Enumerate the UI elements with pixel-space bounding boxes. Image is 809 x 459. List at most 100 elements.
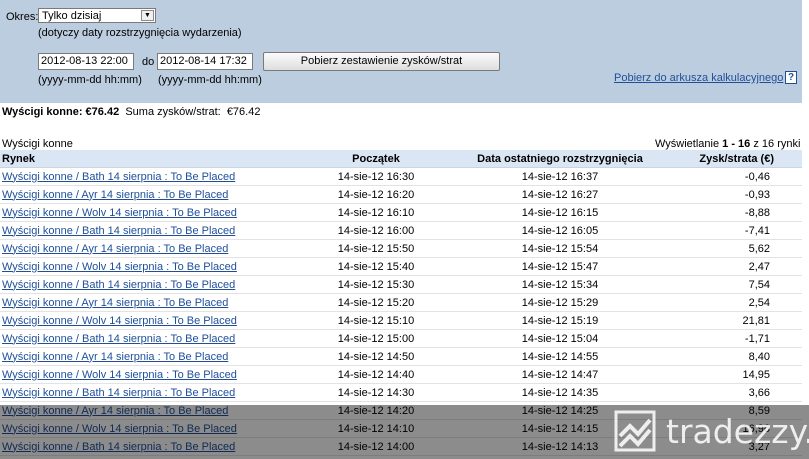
summary-total-label: Suma zysków/strat: <box>125 106 221 118</box>
spreadsheet-download-link[interactable]: Pobierz do arkusza kalkulacyjnego <box>614 72 783 84</box>
start-time: 14-sie-12 16:30 <box>304 167 448 186</box>
date-from-input[interactable]: 2012-08-13 22:00 <box>38 53 134 70</box>
market-link[interactable]: Wyścigi konne / Wolv 14 sierpnia : To Be… <box>2 207 237 219</box>
table-row: Wyścigi konne / Bath 14 sierpnia : To Be… <box>0 275 802 294</box>
settled-time: 14-sie-12 15:34 <box>448 275 672 294</box>
table-row: Wyścigi konne / Bath 14 sierpnia : To Be… <box>0 221 802 240</box>
summary-category: Wyścigi konne: <box>2 106 83 118</box>
fetch-report-button[interactable]: Pobierz zestawienie zysków/strat <box>263 52 500 71</box>
date-to-label: do <box>142 56 155 68</box>
settled-time: 14-sie-12 15:04 <box>448 329 672 348</box>
watermark-text: tradezzy.pl <box>666 412 809 451</box>
table-cell: Wyścigi konne / Ayr 14 sierpnia : To Be … <box>0 293 304 312</box>
start-time: 14-sie-12 14:40 <box>304 365 448 384</box>
summary-line: Wyścigi konne: €76.42 Suma zysków/strat:… <box>2 106 260 118</box>
market-link[interactable]: Wyścigi konne / Ayr 14 sierpnia : To Be … <box>2 243 228 255</box>
date-to-format-hint: (yyyy-mm-dd hh:mm) <box>158 74 262 86</box>
table-cell: Wyścigi konne / Ayr 14 sierpnia : To Be … <box>0 401 304 420</box>
settled-time: 14-sie-12 16:15 <box>448 203 672 222</box>
profit-loss-value: 3,66 <box>672 383 802 402</box>
start-time: 14-sie-12 15:50 <box>304 239 448 258</box>
table-cell: Wyścigi konne / Ayr 14 sierpnia : To Be … <box>0 239 304 258</box>
market-link[interactable]: Wyścigi konne / Bath 14 sierpnia : To Be… <box>2 279 235 291</box>
paging-range: 1 - 16 <box>722 138 751 150</box>
table-cell: Wyścigi konne / Ayr 14 sierpnia : To Be … <box>0 347 304 366</box>
table-row: Wyścigi konne / Ayr 14 sierpnia : To Be … <box>0 293 802 312</box>
results-table: Rynek Początek Data ostatniego rozstrzyg… <box>0 150 802 456</box>
settled-time: 14-sie-12 14:55 <box>448 347 672 366</box>
table-row: Wyścigi konne / Wolv 14 sierpnia : To Be… <box>0 257 802 276</box>
table-row: Wyścigi konne / Bath 14 sierpnia : To Be… <box>0 329 802 348</box>
profit-loss-value: -8,88 <box>672 203 802 222</box>
start-time: 14-sie-12 15:00 <box>304 329 448 348</box>
period-select[interactable]: Tylko dzisiaj ▼ <box>38 8 156 23</box>
date-from-format-hint: (yyyy-mm-dd hh:mm) <box>38 74 142 86</box>
profit-loss-value: 8,40 <box>672 347 802 366</box>
profit-loss-value: -0,93 <box>672 185 802 204</box>
settled-time: 14-sie-12 15:54 <box>448 239 672 258</box>
market-link[interactable]: Wyścigi konne / Ayr 14 sierpnia : To Be … <box>2 405 228 417</box>
period-select-value: Tylko dzisiaj <box>42 10 102 22</box>
start-time: 14-sie-12 16:10 <box>304 203 448 222</box>
profit-loss-value: 2,47 <box>672 257 802 276</box>
start-time: 14-sie-12 16:20 <box>304 185 448 204</box>
market-link[interactable]: Wyścigi konne / Bath 14 sierpnia : To Be… <box>2 441 235 453</box>
market-link[interactable]: Wyścigi konne / Wolv 14 sierpnia : To Be… <box>2 423 237 435</box>
market-link[interactable]: Wyścigi konne / Bath 14 sierpnia : To Be… <box>2 171 235 183</box>
table-row: Wyścigi konne / Ayr 14 sierpnia : To Be … <box>0 239 802 258</box>
settled-time: 14-sie-12 15:19 <box>448 311 672 330</box>
table-cell: Wyścigi konne / Bath 14 sierpnia : To Be… <box>0 167 304 186</box>
help-icon[interactable]: ? <box>785 71 797 84</box>
profit-loss-value: 5,62 <box>672 239 802 258</box>
table-row: Wyścigi konne / Wolv 14 sierpnia : To Be… <box>0 203 802 222</box>
table-cell: Wyścigi konne / Bath 14 sierpnia : To Be… <box>0 329 304 348</box>
start-time: 14-sie-12 15:10 <box>304 311 448 330</box>
table-cell: Wyścigi konne / Bath 14 sierpnia : To Be… <box>0 383 304 402</box>
date-to-input[interactable]: 2012-08-14 17:32 <box>157 53 253 70</box>
table-cell: Wyścigi konne / Bath 14 sierpnia : To Be… <box>0 221 304 240</box>
start-time: 14-sie-12 14:10 <box>304 419 448 438</box>
table-cell: Wyścigi konne / Wolv 14 sierpnia : To Be… <box>0 203 304 222</box>
filter-panel: Okres: Tylko dzisiaj ▼ (dotyczy daty roz… <box>0 0 802 103</box>
column-header-profit-loss[interactable]: Zysk/strata (€) <box>672 150 802 168</box>
start-time: 14-sie-12 16:00 <box>304 221 448 240</box>
watermark-logo-icon <box>614 410 656 452</box>
chevron-down-icon[interactable]: ▼ <box>141 10 154 21</box>
market-link[interactable]: Wyścigi konne / Wolv 14 sierpnia : To Be… <box>2 261 237 273</box>
settled-time: 14-sie-12 15:29 <box>448 293 672 312</box>
market-link[interactable]: Wyścigi konne / Bath 14 sierpnia : To Be… <box>2 225 235 237</box>
profit-loss-value: 2,54 <box>672 293 802 312</box>
start-time: 14-sie-12 14:50 <box>304 347 448 366</box>
table-header-row: Rynek Początek Data ostatniego rozstrzyg… <box>0 150 802 168</box>
page-edge <box>802 0 809 459</box>
column-header-settled[interactable]: Data ostatniego rozstrzygnięcia <box>448 150 672 168</box>
column-header-market[interactable]: Rynek <box>0 150 304 168</box>
market-link[interactable]: Wyścigi konne / Bath 14 sierpnia : To Be… <box>2 333 235 345</box>
table-row: Wyścigi konne / Wolv 14 sierpnia : To Be… <box>0 365 802 384</box>
market-link[interactable]: Wyścigi konne / Ayr 14 sierpnia : To Be … <box>2 351 228 363</box>
settled-time: 14-sie-12 14:47 <box>448 365 672 384</box>
table-row: Wyścigi konne / Bath 14 sierpnia : To Be… <box>0 167 802 186</box>
profit-loss-value: 14,95 <box>672 365 802 384</box>
profit-loss-value: -1,71 <box>672 329 802 348</box>
start-time: 14-sie-12 15:30 <box>304 275 448 294</box>
market-link[interactable]: Wyścigi konne / Wolv 14 sierpnia : To Be… <box>2 315 237 327</box>
market-link[interactable]: Wyścigi konne / Ayr 14 sierpnia : To Be … <box>2 189 228 201</box>
table-cell: Wyścigi konne / Wolv 14 sierpnia : To Be… <box>0 257 304 276</box>
market-link[interactable]: Wyścigi konne / Ayr 14 sierpnia : To Be … <box>2 297 228 309</box>
table-cell: Wyścigi konne / Wolv 14 sierpnia : To Be… <box>0 365 304 384</box>
table-row: Wyścigi konne / Ayr 14 sierpnia : To Be … <box>0 185 802 204</box>
start-time: 14-sie-12 14:20 <box>304 401 448 420</box>
table-cell: Wyścigi konne / Bath 14 sierpnia : To Be… <box>0 437 304 456</box>
paging-prefix: Wyświetlanie <box>655 138 720 150</box>
profit-loss-value: -7,41 <box>672 221 802 240</box>
table-cell: Wyścigi konne / Wolv 14 sierpnia : To Be… <box>0 311 304 330</box>
market-link[interactable]: Wyścigi konne / Bath 14 sierpnia : To Be… <box>2 387 235 399</box>
market-link[interactable]: Wyścigi konne / Wolv 14 sierpnia : To Be… <box>2 369 237 381</box>
period-hint: (dotyczy daty rozstrzygnięcia wydarzenia… <box>38 27 242 39</box>
summary-total-value: €76.42 <box>226 106 261 118</box>
column-header-start[interactable]: Początek <box>304 150 448 168</box>
settled-time: 14-sie-12 16:05 <box>448 221 672 240</box>
profit-loss-value: -0,46 <box>672 167 802 186</box>
table-cell: Wyścigi konne / Bath 14 sierpnia : To Be… <box>0 275 304 294</box>
